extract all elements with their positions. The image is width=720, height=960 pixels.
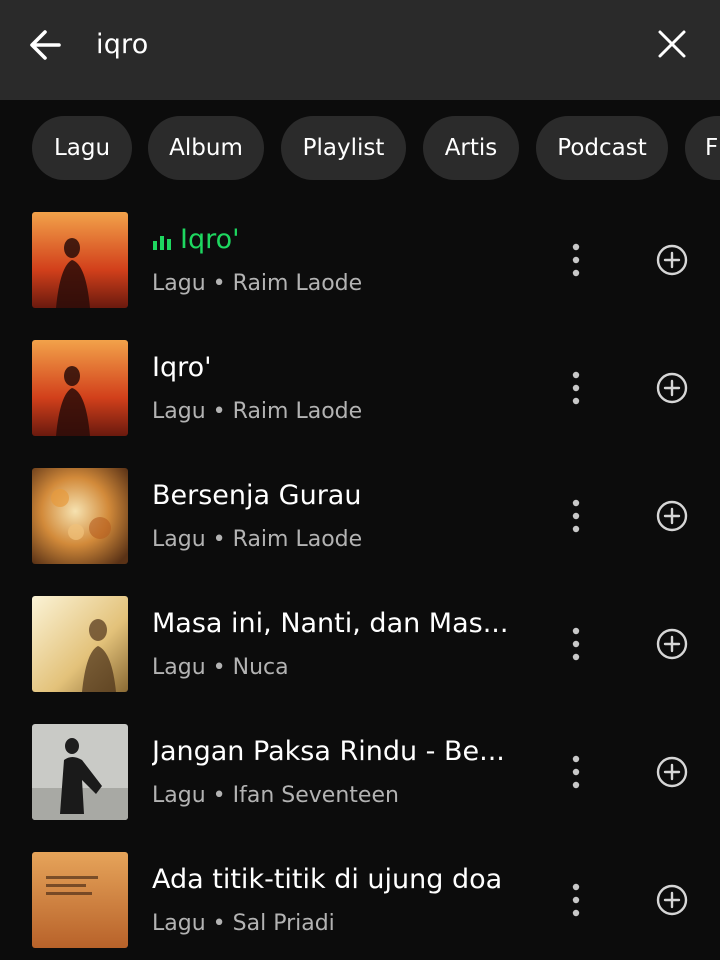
result-row[interactable]: Iqro' Lagu • Raim Laode: [0, 334, 720, 438]
add-to-library-button[interactable]: [652, 752, 692, 792]
track-title: Masa ini, Nanti, dan Mas...: [152, 608, 509, 639]
add-circle-icon: [656, 628, 688, 660]
more-vertical-icon: [572, 755, 580, 789]
album-art: [32, 340, 128, 436]
more-vertical-icon: [572, 243, 580, 277]
chip-album[interactable]: Album: [148, 116, 264, 180]
more-options-button[interactable]: [560, 876, 592, 924]
separator: •: [212, 399, 226, 424]
album-art: [32, 724, 128, 820]
result-row[interactable]: Masa ini, Nanti, dan Mas... Lagu • Nuca: [0, 590, 720, 694]
track-artist: Raim Laode: [232, 399, 363, 424]
track-artist: Nuca: [232, 655, 289, 680]
more-options-button[interactable]: [560, 748, 592, 796]
album-art: [32, 596, 128, 692]
add-to-library-button[interactable]: [652, 368, 692, 408]
arrow-left-icon: [30, 30, 61, 60]
chip-playlist[interactable]: Playlist: [281, 116, 406, 180]
track-subtitle: Lagu • Sal Priadi: [152, 908, 532, 940]
add-circle-icon: [656, 244, 688, 276]
search-input[interactable]: iqro: [96, 24, 148, 66]
add-circle-icon: [656, 500, 688, 532]
track-title: Ada titik-titik di ujung doa: [152, 864, 503, 895]
more-vertical-icon: [572, 883, 580, 917]
more-vertical-icon: [572, 627, 580, 661]
track-artist: Raim Laode: [232, 271, 363, 296]
separator: •: [212, 527, 226, 552]
track-subtitle: Lagu • Raim Laode: [152, 268, 532, 300]
track-artist: Ifan Seventeen: [232, 783, 399, 808]
track-title-text: Iqro': [180, 224, 240, 255]
add-to-library-button[interactable]: [652, 624, 692, 664]
chip-podcast[interactable]: Podcast: [536, 116, 668, 180]
separator: •: [212, 655, 226, 680]
more-vertical-icon: [572, 371, 580, 405]
more-options-button[interactable]: [560, 620, 592, 668]
album-art: [32, 852, 128, 948]
result-row[interactable]: Ada titik-titik di ujung doa Lagu • Sal …: [0, 846, 720, 950]
search-header: iqro: [0, 0, 720, 100]
add-circle-icon: [656, 372, 688, 404]
track-type: Lagu: [152, 399, 206, 424]
track-type: Lagu: [152, 655, 206, 680]
track-artist: Sal Priadi: [232, 911, 335, 936]
track-type: Lagu: [152, 911, 206, 936]
track-title: Iqro': [152, 352, 212, 383]
result-row[interactable]: Bersenja Gurau Lagu • Raim Laode: [0, 462, 720, 566]
track-subtitle: Lagu • Ifan Seventeen: [152, 780, 532, 812]
track-type: Lagu: [152, 271, 206, 296]
separator: •: [212, 271, 226, 296]
track-title: Jangan Paksa Rindu - Be...: [152, 736, 505, 767]
clear-search-button[interactable]: [648, 20, 696, 68]
filter-chips: Lagu Album Playlist Artis Podcast F: [0, 112, 720, 188]
chip-lagu[interactable]: Lagu: [32, 116, 132, 180]
more-vertical-icon: [572, 499, 580, 533]
chip-artis[interactable]: Artis: [423, 116, 519, 180]
add-to-library-button[interactable]: [652, 880, 692, 920]
track-type: Lagu: [152, 527, 206, 552]
album-art: [32, 468, 128, 564]
track-subtitle: Lagu • Raim Laode: [152, 396, 532, 428]
album-art: [32, 212, 128, 308]
add-to-library-button[interactable]: [652, 240, 692, 280]
back-button[interactable]: [22, 22, 68, 68]
add-to-library-button[interactable]: [652, 496, 692, 536]
track-subtitle: Lagu • Nuca: [152, 652, 532, 684]
separator: •: [212, 911, 226, 936]
equalizer-icon: [153, 235, 171, 250]
result-row[interactable]: Jangan Paksa Rindu - Be... Lagu • Ifan S…: [0, 718, 720, 822]
track-type: Lagu: [152, 783, 206, 808]
more-options-button[interactable]: [560, 364, 592, 412]
chip-partial[interactable]: F: [685, 116, 720, 180]
track-title: Iqro': [152, 222, 532, 258]
add-circle-icon: [656, 884, 688, 916]
track-artist: Raim Laode: [232, 527, 363, 552]
separator: •: [212, 783, 226, 808]
more-options-button[interactable]: [560, 236, 592, 284]
result-row[interactable]: Iqro' Lagu • Raim Laode: [0, 206, 720, 310]
add-circle-icon: [656, 756, 688, 788]
more-options-button[interactable]: [560, 492, 592, 540]
track-subtitle: Lagu • Raim Laode: [152, 524, 532, 556]
track-title: Bersenja Gurau: [152, 480, 362, 511]
close-icon: [658, 30, 686, 58]
